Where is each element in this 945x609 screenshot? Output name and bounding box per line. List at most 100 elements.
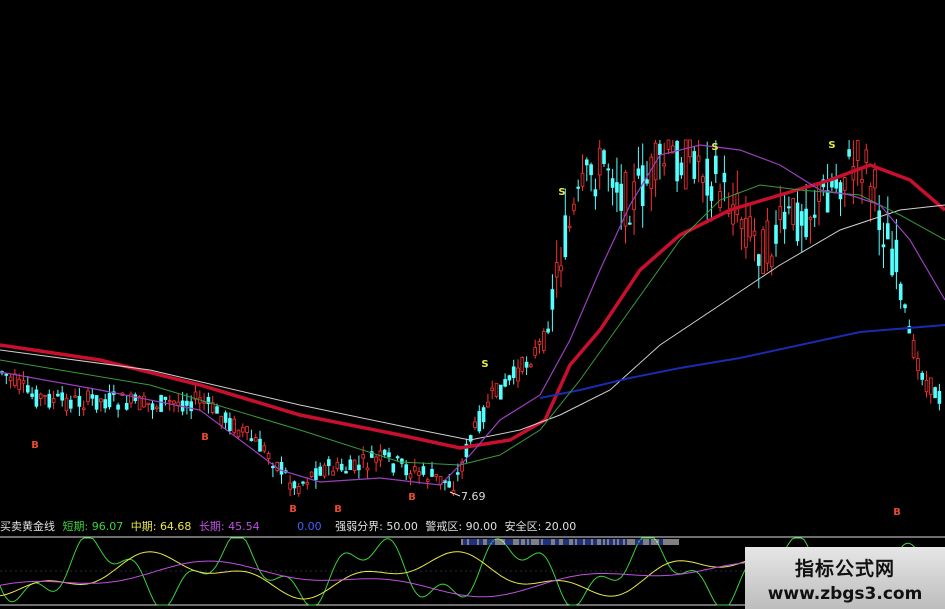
candle-body	[357, 464, 361, 471]
candle-body	[51, 398, 56, 403]
candle-body	[486, 401, 490, 408]
candle-body	[232, 418, 237, 433]
candle-body	[425, 479, 430, 482]
candle-body	[490, 387, 494, 391]
candle-body	[602, 150, 606, 164]
candle-body	[391, 463, 396, 473]
candle-body	[47, 393, 52, 408]
candle-body	[606, 168, 611, 171]
candle-body	[163, 396, 168, 400]
candle-body	[898, 283, 903, 301]
candle-body	[554, 262, 559, 278]
candle-body	[382, 449, 387, 456]
sell-signal-label: S	[828, 140, 835, 151]
main-candlestick-chart[interactable]: B B B B B B S S S S 7.69	[0, 0, 945, 518]
candle-body	[90, 394, 95, 399]
indicator-info-bar: 买卖黄金线 短期: 96.07 中期: 64.68 长期: 45.54 0.00…	[0, 518, 945, 535]
candle-body	[503, 379, 507, 387]
long-term-value: 45.54	[228, 520, 260, 533]
candle-body	[352, 459, 357, 471]
candle-body	[511, 366, 516, 378]
buy-signal-label: B	[201, 432, 209, 443]
candle-body	[748, 216, 752, 238]
candle-body	[593, 189, 598, 197]
sell-signal-label: S	[481, 359, 488, 370]
candle-body	[215, 406, 219, 414]
candle-body	[765, 220, 770, 264]
candle-body	[890, 248, 894, 276]
candle-body	[56, 393, 60, 397]
candle-body	[542, 331, 546, 351]
candle-body	[529, 364, 533, 367]
candle-body	[348, 459, 353, 471]
candle-body	[305, 482, 310, 485]
candle-body	[916, 358, 920, 372]
candle-body	[757, 254, 761, 266]
candle-body	[13, 373, 17, 386]
candle-body	[167, 400, 172, 403]
candle-body	[69, 399, 73, 409]
alert-zone-label: 警戒区:	[425, 520, 463, 533]
candle-body	[258, 438, 262, 452]
candle-body	[417, 471, 421, 476]
watermark-url: www.zbgs3.com	[767, 584, 923, 604]
candle-body	[365, 467, 370, 471]
moving-average-lines	[0, 144, 945, 486]
candle-body	[679, 162, 684, 176]
candle-body	[240, 426, 245, 433]
candle-body	[38, 393, 43, 399]
candle-body	[572, 203, 576, 211]
candle-body	[245, 426, 249, 433]
candle-body	[886, 223, 890, 240]
candle-body	[933, 387, 937, 399]
candle-body	[559, 265, 563, 272]
buy-signal-label: B	[893, 507, 901, 518]
candle-body	[146, 402, 151, 405]
candle-body	[662, 163, 666, 167]
candle-body	[77, 396, 82, 407]
candle-body	[189, 401, 194, 412]
candle-body	[666, 139, 671, 150]
candle-body	[649, 156, 654, 190]
candle-body	[301, 481, 305, 484]
candle-body	[537, 341, 542, 345]
candle-body	[103, 399, 108, 409]
candle-body	[722, 172, 727, 183]
candlestick-series	[0, 139, 942, 497]
candle-body	[787, 206, 791, 209]
candle-body	[744, 218, 748, 248]
candle-body	[795, 202, 800, 242]
candle-body	[219, 415, 224, 426]
candle-body	[159, 395, 163, 412]
ma-green-line	[0, 184, 945, 466]
candle-body	[675, 141, 679, 182]
candle-body	[567, 225, 572, 229]
candle-body	[597, 147, 602, 176]
candle-body	[619, 183, 623, 211]
candle-body	[271, 466, 275, 469]
candle-body	[404, 464, 408, 476]
candle-body	[73, 395, 77, 398]
candle-body	[636, 168, 641, 176]
candle-body	[172, 400, 176, 404]
candle-body	[911, 340, 916, 358]
candle-body	[262, 445, 267, 452]
candle-body	[864, 149, 869, 163]
candle-body	[628, 222, 632, 225]
candle-body	[43, 395, 47, 398]
candle-body	[30, 393, 34, 397]
candle-body	[843, 177, 847, 191]
ma-blue-line	[539, 324, 945, 399]
buy-signal-label: B	[334, 504, 342, 515]
candle-body	[804, 208, 808, 238]
candle-body	[498, 384, 503, 400]
candle-body	[344, 471, 348, 474]
candle-body	[894, 239, 899, 273]
candle-body	[253, 437, 258, 442]
candle-body	[142, 395, 146, 408]
candle-body	[107, 393, 112, 408]
ma-purple-line	[0, 144, 945, 486]
candle-body	[318, 466, 322, 476]
candle-body	[524, 361, 529, 368]
candle-body	[576, 186, 580, 189]
